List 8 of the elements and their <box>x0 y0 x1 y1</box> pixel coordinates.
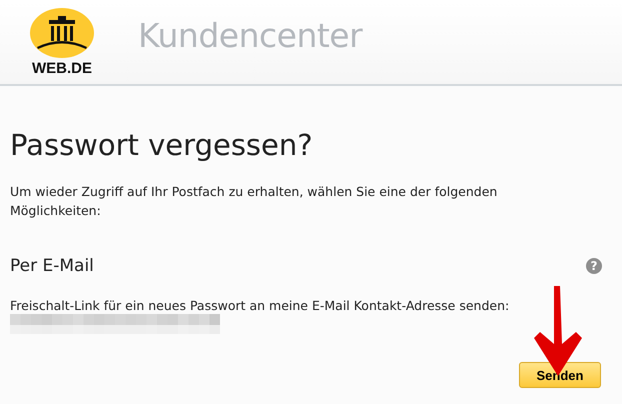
page-title: Kundencenter <box>138 16 362 54</box>
heading: Passwort vergessen? <box>10 128 314 162</box>
intro-text: Um wieder Zugriff auf Ihr Postfach zu erhalten, wählen Sie eine der folgenden Möglichkeiten: <box>10 183 498 220</box>
send-button[interactable]: Senden <box>519 362 601 388</box>
section-title: Per E-Mail <box>10 256 94 276</box>
logo-icon <box>29 7 95 59</box>
logo-text: WEB.DE <box>32 60 92 77</box>
description-text: Freischalt-Link für ein neues Passwort an meine E-Mail Kontakt-Adresse senden: <box>10 298 510 314</box>
